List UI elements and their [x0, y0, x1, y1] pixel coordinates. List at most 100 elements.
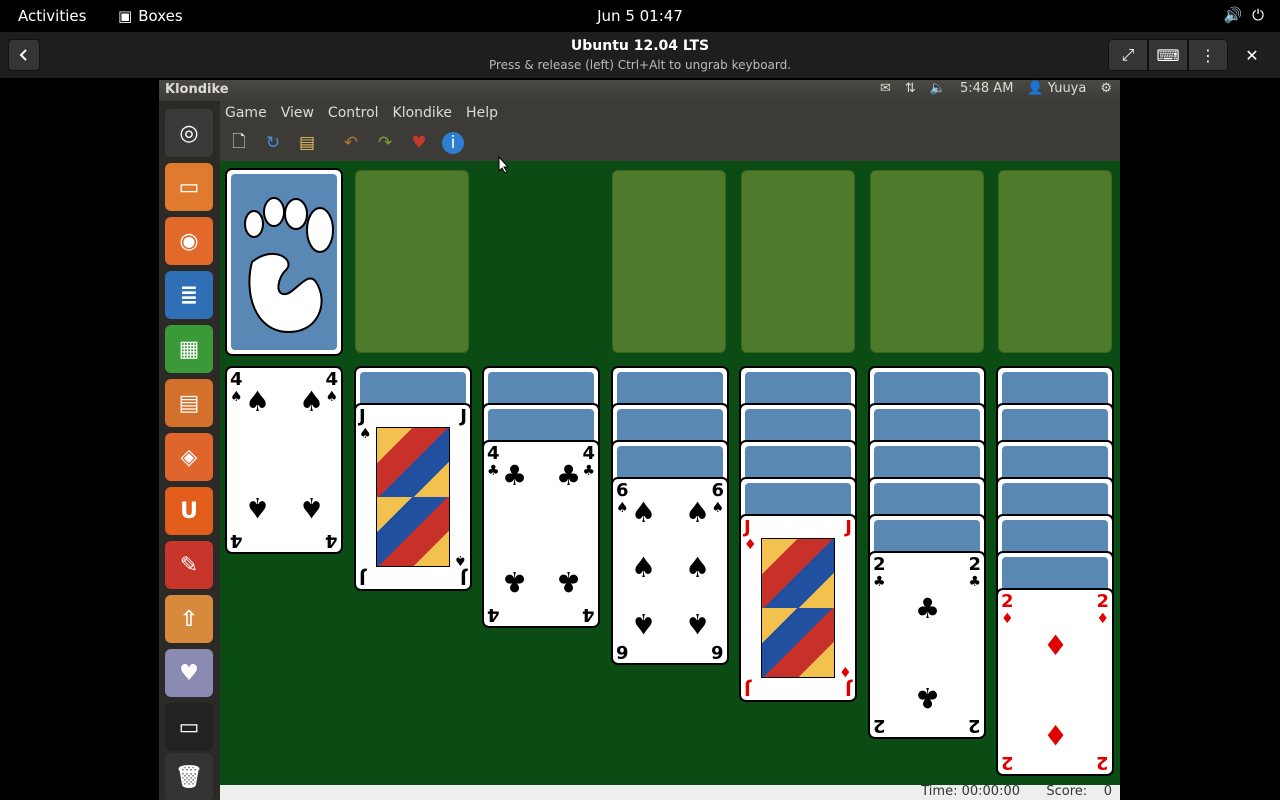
card-suit: ♠	[631, 496, 657, 529]
solitaire-icon[interactable]: ♥	[165, 649, 213, 697]
sound-icon[interactable]: 🔈	[930, 81, 946, 96]
playing-card[interactable]: 2 2 2 2 ♦ ♦ ♦ ♦	[996, 588, 1114, 776]
keyboard-button[interactable]: ⌨	[1148, 39, 1188, 71]
trash-icon[interactable]: 🗑	[165, 753, 213, 800]
menu-control[interactable]: Control	[328, 105, 379, 121]
fullscreen-button[interactable]: ⤢	[1108, 39, 1148, 71]
system-settings-icon[interactable]: ✎	[165, 541, 213, 589]
card-suit: ♦	[1096, 611, 1109, 627]
undo-icon[interactable]: ↶	[340, 132, 362, 154]
card-suit: ♦	[1043, 718, 1069, 751]
files-icon[interactable]: ▭	[165, 163, 213, 211]
menu-view[interactable]: View	[281, 105, 314, 121]
power-icon[interactable]: ⏻	[1252, 6, 1264, 24]
score-value: 0	[1103, 784, 1112, 799]
card-rank: 2	[1001, 591, 1014, 612]
card-rank: 4	[230, 530, 243, 551]
clock[interactable]: Jun 5 01:47	[0, 7, 1280, 25]
menu-klondike[interactable]: Klondike	[393, 105, 453, 121]
calc-icon[interactable]: ▦	[165, 325, 213, 373]
restart-icon[interactable]: ↻	[262, 132, 284, 154]
playing-card[interactable]: J J J J ♦ ♦	[739, 514, 857, 702]
writer-icon[interactable]: ≣	[165, 271, 213, 319]
card-rank: J	[359, 406, 366, 427]
vm-subtitle: Press & release (left) Ctrl+Alt to ungra…	[488, 58, 792, 72]
software-center-icon[interactable]: ◈	[165, 433, 213, 481]
card-suit: ♠	[359, 426, 372, 442]
info-icon[interactable]: i	[442, 132, 464, 154]
playing-card[interactable]: 4 4 4 4 ♣ ♣ ♣ ♣ ♣ ♣	[482, 440, 600, 628]
card-suit: ♠	[685, 551, 711, 584]
card-rank: 2	[968, 715, 981, 736]
close-button[interactable]: ✕	[1236, 39, 1268, 71]
card-suit: ♦	[1043, 629, 1069, 662]
card-suit: ♠	[631, 551, 657, 584]
hint-icon[interactable]: ♥	[408, 132, 430, 154]
workspace-switcher-icon[interactable]: ▭	[165, 703, 213, 751]
session-gear-icon[interactable]: ⚙	[1100, 81, 1112, 96]
card-rank: J	[744, 678, 751, 699]
card-rank: J	[460, 406, 467, 427]
firefox-icon[interactable]: ◉	[165, 217, 213, 265]
select-game-icon[interactable]: ▤	[296, 132, 318, 154]
card-rank: 2	[1096, 591, 1109, 612]
foundation-slot-1[interactable]	[612, 170, 726, 353]
panel-time[interactable]: 5:48 AM	[960, 81, 1013, 96]
jack-face-art	[761, 538, 835, 678]
new-game-icon[interactable]: 🗋	[228, 132, 250, 154]
card-rank: 4	[325, 530, 338, 551]
user-menu[interactable]: 👤 Yuuya	[1027, 81, 1086, 96]
card-rank: 6	[616, 641, 629, 662]
ubuntu-one-icon[interactable]: U	[165, 487, 213, 535]
card-rank: 4	[582, 443, 595, 464]
card-rank: J	[359, 567, 366, 588]
properties-button[interactable]: ⋮	[1188, 39, 1228, 71]
menu-bar: Game View Control Klondike Help	[220, 101, 1120, 125]
foundation-slot-2[interactable]	[741, 170, 855, 353]
update-manager-icon[interactable]: ⇧	[165, 595, 213, 643]
menu-game[interactable]: Game	[225, 105, 267, 121]
game-table[interactable]: 4 4 4 4 ♠ ♠ ♠ ♠ ♠ ♠ J J J J ♠ ♠ 4 4 4 4 ♣ ♣ ♣ ♣ ♣ ♣ 6 6 6 6 ♠ ♠ ♠ ♠ ♠ ♠ ♠ ♠ J J…	[220, 161, 1120, 785]
status-bar: Time: 00:00:00 Score: 0	[220, 784, 1120, 800]
ubuntu-dash-icon[interactable]: ◎	[165, 109, 213, 157]
playing-card[interactable]: 6 6 6 6 ♠ ♠ ♠ ♠ ♠ ♠ ♠ ♠	[611, 477, 729, 665]
card-suit: ♠	[711, 500, 724, 516]
card-rank: 2	[873, 554, 886, 575]
volume-icon[interactable]: 🔊	[1223, 6, 1242, 24]
card-rank: J	[845, 678, 852, 699]
card-suit: ♣	[556, 565, 582, 598]
card-suit: ♠	[245, 491, 271, 524]
gnome-top-bar: Activities ▣ Boxes Jun 5 01:47 🔊 ⏻	[0, 0, 1280, 32]
redo-icon[interactable]: ↷	[374, 132, 396, 154]
mail-icon[interactable]: ✉	[880, 81, 891, 96]
card-suit: ♦	[744, 537, 757, 553]
waste-slot[interactable]	[355, 170, 469, 353]
card-rank: 6	[711, 641, 724, 662]
time-value: 00:00:00	[961, 784, 1020, 799]
card-rank: 4	[325, 369, 338, 390]
network-icon[interactable]: ⇅	[905, 81, 916, 96]
card-rank: 6	[711, 480, 724, 501]
foundation-slot-4[interactable]	[998, 170, 1112, 353]
card-suit: ♣	[968, 574, 981, 590]
score-label: Score:	[1046, 784, 1088, 799]
card-suit: ♠	[299, 385, 325, 418]
card-rank: J	[845, 517, 852, 538]
card-suit: ♣	[502, 565, 528, 598]
foundation-slot-3[interactable]	[870, 170, 984, 353]
playing-card[interactable]: J J J J ♠ ♠	[354, 403, 472, 591]
playing-card[interactable]: 2 2 2 2 ♣ ♣ ♣ ♣	[868, 551, 986, 739]
vm-display[interactable]: Klondike ✉ ⇅ 🔈 5:48 AM 👤 Yuuya ⚙ ◎ ▭ ◉ ≣…	[159, 80, 1120, 800]
keyboard-icon: ⌨	[1156, 45, 1180, 65]
menu-help[interactable]: Help	[466, 105, 498, 121]
toolbar: 🗋 ↻ ▤ ↶ ↷ ♥ i	[220, 125, 1120, 161]
card-rank: J	[460, 567, 467, 588]
card-suit: ♣	[556, 459, 582, 492]
impress-icon[interactable]: ▤	[165, 379, 213, 427]
playing-card[interactable]: 4 4 4 4 ♠ ♠ ♠ ♠ ♠ ♠	[225, 366, 343, 554]
card-suit: ♣	[582, 463, 595, 479]
stock-pile[interactable]	[225, 168, 343, 356]
card-rank: 2	[1001, 752, 1014, 773]
card-suit: ♠	[685, 496, 711, 529]
card-suit: ♦	[839, 663, 852, 679]
